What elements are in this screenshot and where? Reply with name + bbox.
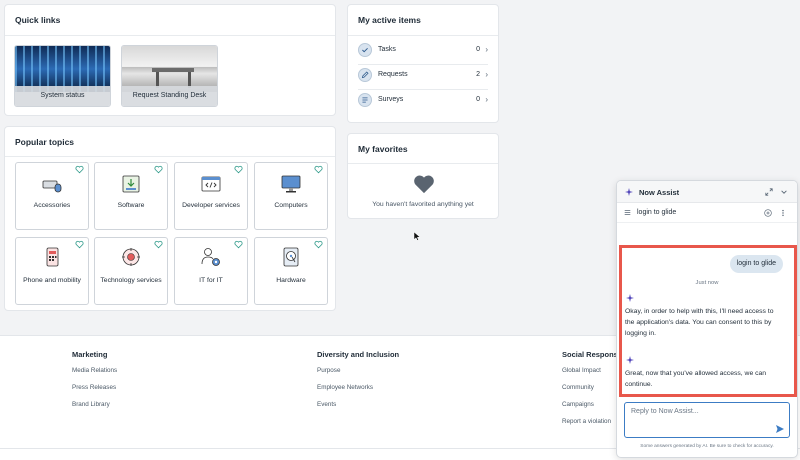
topic-label: IT for IT: [199, 277, 223, 284]
footer-column-diversity: Diversity and Inclusion Purpose Employee…: [317, 350, 399, 418]
topic-technology-services[interactable]: Technology services: [94, 237, 168, 305]
phone-icon: [46, 247, 59, 267]
reply-input[interactable]: [624, 402, 790, 438]
footer-link[interactable]: Employee Networks: [317, 384, 399, 391]
heart-icon: [414, 175, 434, 194]
favorite-heart-icon[interactable]: [314, 165, 323, 174]
more-options-icon[interactable]: [779, 209, 787, 217]
topic-computers[interactable]: Computers: [254, 162, 328, 230]
popular-topics-title: Popular topics: [15, 137, 75, 147]
topic-label: Developer services: [182, 202, 240, 209]
conversation-bar: login to glide: [617, 203, 797, 223]
quick-link-system-status[interactable]: System status: [14, 45, 111, 107]
topic-software[interactable]: Software: [94, 162, 168, 230]
footer-link[interactable]: Media Relations: [72, 367, 117, 374]
chevron-down-icon[interactable]: [780, 188, 788, 196]
footer-link[interactable]: Events: [317, 401, 399, 408]
sparkle-icon: [626, 294, 634, 302]
favorites-empty-text: You haven't favorited anything yet: [372, 201, 474, 208]
active-item-count: 0: [476, 96, 480, 103]
survey-list-icon: [358, 93, 372, 107]
assistant-message: Great, now that you've allowed access, w…: [625, 370, 767, 388]
send-icon[interactable]: [775, 424, 785, 434]
footer-link[interactable]: Press Releases: [72, 384, 117, 391]
favorites-card: My favorites You haven't favorited anyth…: [347, 133, 499, 219]
topic-label: Hardware: [276, 277, 306, 284]
now-assist-panel: Now Assist login to glide login to glide…: [616, 180, 798, 458]
divider: [358, 89, 488, 90]
sparkle-icon: [625, 188, 633, 196]
topic-label: Computers: [274, 202, 308, 209]
topic-phone-and-mobility[interactable]: Phone and mobility: [15, 237, 89, 305]
new-chat-plus-icon[interactable]: [764, 209, 772, 217]
software-download-icon: [122, 175, 140, 193]
active-item-count: 0: [476, 46, 480, 53]
quick-links-card: Quick links System status Request Standi…: [4, 4, 336, 116]
assistant-message: Okay, in order to help with this, I'll n…: [625, 308, 774, 337]
expand-icon[interactable]: [765, 188, 773, 196]
message-timestamp: Just now: [695, 280, 719, 286]
keyboard-mouse-icon: [42, 180, 62, 193]
favorite-heart-icon[interactable]: [234, 165, 243, 174]
topic-label: Software: [117, 202, 145, 209]
divider: [348, 163, 498, 164]
topic-accessories[interactable]: Accessories: [15, 162, 89, 230]
now-assist-title: Now Assist: [639, 188, 680, 197]
favorite-heart-icon[interactable]: [314, 240, 323, 249]
mouse-cursor-icon: [413, 231, 421, 241]
favorite-heart-icon[interactable]: [234, 240, 243, 249]
footer-column-marketing: Marketing Media Relations Press Releases…: [72, 350, 117, 418]
conversation-title: login to glide: [637, 209, 677, 216]
active-item-label: Surveys: [378, 96, 404, 103]
favorite-heart-icon[interactable]: [75, 240, 84, 249]
footer-link[interactable]: Purpose: [317, 367, 399, 374]
popular-topics-card: Popular topics Accessories Software Deve…: [4, 126, 336, 311]
topic-label: Phone and mobility: [23, 277, 81, 284]
footer-link[interactable]: Brand Library: [72, 401, 117, 408]
footer-heading: Diversity and Inclusion: [317, 350, 400, 359]
topic-developer-services[interactable]: Developer services: [174, 162, 248, 230]
favorites-title: My favorites: [358, 144, 408, 154]
user-message-bubble: login to glide: [729, 255, 783, 273]
sparkle-icon: [626, 356, 634, 364]
quick-link-label: System status: [15, 86, 110, 106]
task-check-icon: [358, 43, 372, 57]
menu-icon[interactable]: [624, 209, 631, 216]
topic-it-for-it[interactable]: IT for IT: [174, 237, 248, 305]
divider: [348, 35, 498, 36]
favorite-heart-icon[interactable]: [75, 165, 84, 174]
topic-hardware[interactable]: Hardware: [254, 237, 328, 305]
active-items-title: My active items: [358, 15, 421, 25]
chevron-right-icon: ›: [485, 95, 488, 104]
quick-link-label: Request Standing Desk: [122, 86, 217, 106]
monitor-icon: [281, 175, 301, 193]
divider: [5, 35, 335, 36]
hard-drive-icon: [283, 247, 299, 267]
divider: [358, 64, 488, 65]
code-window-icon: [201, 176, 221, 192]
ai-disclaimer: Some answers generated by AI. Be sure to…: [640, 444, 774, 449]
request-pencil-icon: [358, 68, 372, 82]
favorite-heart-icon[interactable]: [154, 165, 163, 174]
active-item-surveys[interactable]: Surveys 0 ›: [358, 91, 488, 111]
favorite-heart-icon[interactable]: [154, 240, 163, 249]
topic-label: Accessories: [33, 202, 71, 209]
chevron-right-icon: ›: [485, 45, 488, 54]
active-items-card: My active items Tasks 0 › Requests 2 › S…: [347, 4, 499, 123]
chevron-right-icon: ›: [485, 70, 488, 79]
user-gear-icon: [201, 248, 220, 266]
topic-label: Technology services: [100, 277, 162, 284]
now-assist-header: Now Assist: [617, 181, 797, 203]
active-item-label: Requests: [378, 71, 408, 78]
active-item-requests[interactable]: Requests 2 ›: [358, 66, 488, 86]
active-item-label: Tasks: [378, 46, 396, 53]
quick-link-standing-desk[interactable]: Request Standing Desk: [121, 45, 218, 107]
active-item-count: 2: [476, 71, 480, 78]
divider: [5, 156, 335, 157]
active-item-tasks[interactable]: Tasks 0 ›: [358, 41, 488, 61]
quick-links-title: Quick links: [15, 15, 61, 25]
footer-heading: Marketing: [72, 350, 108, 359]
tech-gear-icon: [122, 248, 140, 266]
